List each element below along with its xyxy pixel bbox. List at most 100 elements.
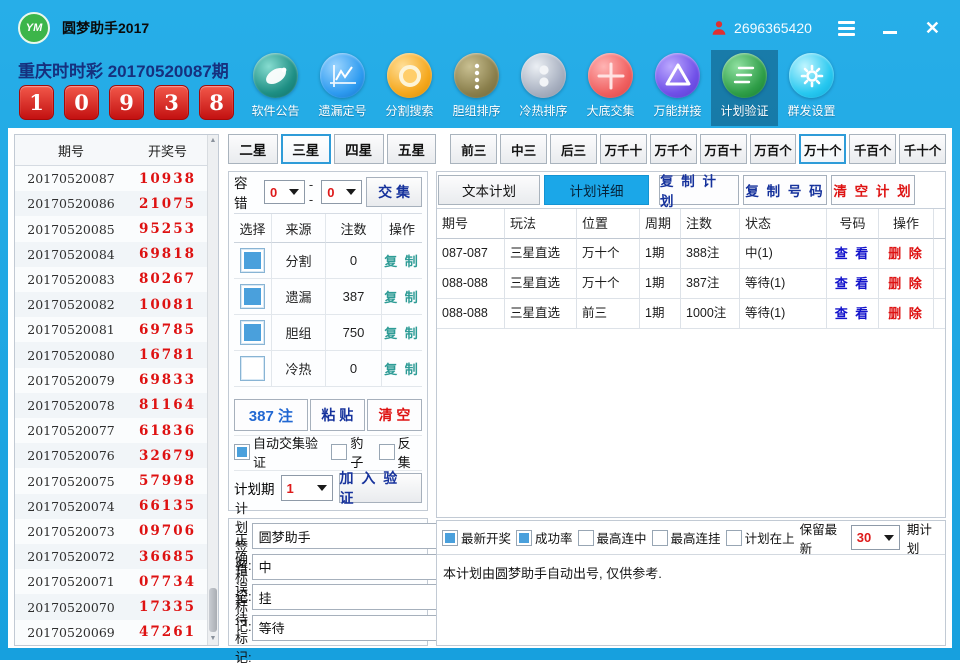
star-tab[interactable]: 三星 [281, 134, 331, 164]
copy-plan-button[interactable]: 复 制 计 划 [659, 175, 739, 205]
history-row[interactable]: 2017052006947261 [15, 620, 208, 645]
leopard-check[interactable]: 豹子 [331, 433, 374, 471]
position-tab[interactable]: 千十个 [899, 134, 946, 164]
max-streak-lose-check[interactable]: 最高连挂 [652, 528, 721, 547]
copy-link[interactable]: 复 制 [384, 359, 420, 378]
checkbox[interactable] [726, 530, 742, 546]
max-streak-win-check[interactable]: 最高连中 [578, 528, 647, 547]
checkbox[interactable] [442, 530, 458, 546]
invert-check[interactable]: 反集 [379, 433, 422, 471]
intersect-button[interactable]: 交 集 [366, 177, 422, 207]
copy-link[interactable]: 复 制 [384, 287, 420, 306]
history-panel: 期号 开奖号 2017052008710938 2017052008621075… [14, 134, 219, 646]
toolbar-item-splice[interactable]: 万能拼接 [644, 50, 711, 126]
source-checkbox[interactable] [240, 248, 265, 273]
add-verify-button[interactable]: 加 入 验 证 [339, 473, 423, 503]
toolbar-item-broadcast-settings[interactable]: 群发设置 [778, 50, 845, 126]
copy-link[interactable]: 复 制 [384, 323, 420, 342]
position-tab[interactable]: 中三 [500, 134, 547, 164]
history-row[interactable]: 2017052007107734 [15, 569, 208, 594]
scroll-down-icon[interactable]: ▼ [209, 634, 217, 644]
clear-button[interactable]: 清 空 [367, 399, 422, 431]
delete-link[interactable]: 删 除 [888, 246, 924, 261]
checkbox[interactable] [331, 444, 347, 460]
delete-link[interactable]: 删 除 [888, 276, 924, 291]
position-tab[interactable]: 前三 [450, 134, 497, 164]
history-row[interactable]: 2017052008380267 [15, 267, 208, 292]
latest-draw-check[interactable]: 最新开奖 [442, 528, 511, 547]
scrollbar-thumb[interactable] [209, 588, 217, 632]
history-row[interactable]: 2017052007236685 [15, 544, 208, 569]
source-checkbox[interactable] [240, 320, 265, 345]
history-row[interactable]: 2017052008210081 [15, 292, 208, 317]
history-row[interactable]: 2017052008710938 [15, 166, 208, 191]
view-link[interactable]: 查 看 [835, 246, 871, 261]
toolbar-item-hotcold-sort[interactable]: 冷热排序 [510, 50, 577, 126]
checkbox[interactable] [652, 530, 668, 546]
position-tab[interactable]: 万百十 [700, 134, 747, 164]
history-row[interactable]: 2017052007969833 [15, 368, 208, 393]
history-row[interactable]: 2017052007017335 [15, 594, 208, 619]
minimize-button[interactable] [883, 31, 897, 34]
checkbox[interactable] [379, 444, 395, 460]
view-link[interactable]: 查 看 [835, 306, 871, 321]
toolbar-item-intersection[interactable]: 大底交集 [577, 50, 644, 126]
plan-detail-tab[interactable]: 计划详细 [544, 175, 649, 205]
history-row[interactable]: 2017052007466135 [15, 494, 208, 519]
text-plan-tab[interactable]: 文本计划 [438, 175, 540, 205]
clear-plan-button[interactable]: 清 空 计 划 [831, 175, 915, 205]
source-checkbox[interactable] [240, 356, 265, 381]
history-scrollbar[interactable]: ▲ ▼ [207, 135, 218, 645]
history-row[interactable]: 2017052007309706 [15, 519, 208, 544]
auto-intersect-check[interactable]: 自动交集验证 [234, 433, 327, 471]
history-row[interactable]: 2017052008016781 [15, 342, 208, 367]
position-tab[interactable]: 万千十 [600, 134, 647, 164]
position-tab[interactable]: 万千个 [650, 134, 697, 164]
position-tab[interactable]: 万百个 [750, 134, 797, 164]
paste-button[interactable]: 粘 贴 [310, 399, 365, 431]
plan-on-top-check[interactable]: 计划在上 [726, 528, 795, 547]
history-row[interactable]: 2017052008595253 [15, 216, 208, 241]
position-tab[interactable]: 后三 [550, 134, 597, 164]
tolerance-to-select[interactable]: 0 [321, 180, 362, 204]
history-row[interactable]: 2017052008469818 [15, 242, 208, 267]
error-mark-input[interactable] [252, 584, 442, 610]
history-row[interactable]: 2017052007881164 [15, 393, 208, 418]
success-rate-check[interactable]: 成功率 [516, 528, 573, 547]
toolbar-item-plan-verify[interactable]: 计划验证 [711, 50, 778, 126]
plan-cell-period: 087-087 [437, 239, 505, 269]
menu-icon[interactable] [838, 21, 855, 36]
close-button[interactable]: ✕ [925, 19, 940, 37]
plan-signature-input[interactable] [252, 523, 442, 549]
plan-cell-cycle: 1期 [640, 269, 681, 299]
source-checkbox[interactable] [240, 284, 265, 309]
plan-period-select[interactable]: 1 [281, 475, 333, 501]
tolerance-from-select[interactable]: 0 [264, 180, 305, 204]
copy-link[interactable]: 复 制 [384, 251, 420, 270]
scroll-up-icon[interactable]: ▲ [209, 136, 217, 146]
history-row[interactable]: 2017052007632679 [15, 443, 208, 468]
wait-mark-input[interactable] [252, 615, 442, 641]
toolbar-item-omission[interactable]: 遗漏定号 [309, 50, 376, 126]
star-tab[interactable]: 四星 [334, 134, 384, 164]
plan-cell-play: 三星直选 [505, 299, 577, 329]
position-tab[interactable]: 万十个 [799, 134, 846, 164]
toolbar-item-group-sort[interactable]: 胆组排序 [443, 50, 510, 126]
keep-latest-select[interactable]: 30 [851, 525, 900, 550]
checkbox[interactable] [578, 530, 594, 546]
position-tab[interactable]: 千百个 [849, 134, 896, 164]
view-link[interactable]: 查 看 [835, 276, 871, 291]
delete-link[interactable]: 删 除 [888, 306, 924, 321]
toolbar-item-announcement[interactable]: 软件公告 [242, 50, 309, 126]
star-tab[interactable]: 二星 [228, 134, 278, 164]
history-row[interactable]: 2017052007761836 [15, 418, 208, 443]
history-row[interactable]: 2017052008169785 [15, 317, 208, 342]
star-tab[interactable]: 五星 [387, 134, 437, 164]
history-row[interactable]: 2017052007557998 [15, 468, 208, 493]
checkbox[interactable] [234, 444, 250, 460]
correct-mark-input[interactable] [252, 554, 442, 580]
toolbar-item-split-search[interactable]: 分割搜索 [376, 50, 443, 126]
history-row[interactable]: 2017052008621075 [15, 191, 208, 216]
checkbox[interactable] [516, 530, 532, 546]
copy-numbers-button[interactable]: 复 制 号 码 [743, 175, 827, 205]
